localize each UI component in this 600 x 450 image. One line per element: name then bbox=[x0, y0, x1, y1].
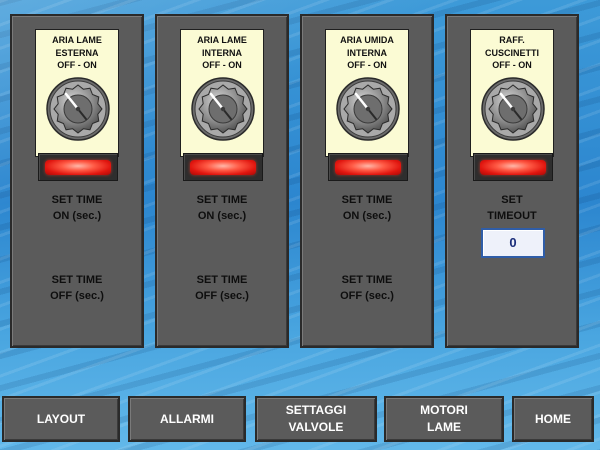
switch-card: ARIA UMIDA INTERNA OFF - ON bbox=[325, 29, 409, 157]
timeout-input[interactable]: 0 bbox=[481, 228, 545, 258]
switch-title: ARIA LAME ESTERNA OFF - ON bbox=[52, 35, 102, 70]
indicator-lamp-icon bbox=[38, 153, 118, 181]
indicator-lamp-icon bbox=[328, 153, 408, 181]
panel-aria-lame-esterna: ARIA LAME ESTERNA OFF - ON SET TIME ON (… bbox=[10, 14, 144, 348]
motori-lame-button[interactable]: MOTORI LAME bbox=[384, 396, 504, 442]
panel-aria-lame-interna: ARIA LAME INTERNA OFF - ON SET TIME ON (… bbox=[155, 14, 289, 348]
settaggi-valvole-button[interactable]: SETTAGGI VALVOLE bbox=[255, 396, 377, 442]
switch-card: ARIA LAME ESTERNA OFF - ON bbox=[35, 29, 119, 157]
set-timeout-label: SET TIMEOUT bbox=[487, 194, 537, 222]
switch-title: ARIA UMIDA INTERNA OFF - ON bbox=[340, 35, 394, 70]
indicator-lamp-icon bbox=[473, 153, 553, 181]
set-time-off-label: SET TIME OFF (sec.) bbox=[195, 274, 249, 302]
switch-title: RAFF. CUSCINETTI OFF - ON bbox=[485, 35, 539, 70]
home-button[interactable]: HOME bbox=[512, 396, 594, 442]
switch-card: ARIA LAME INTERNA OFF - ON bbox=[180, 29, 264, 157]
panel-raff-cuscinetti: RAFF. CUSCINETTI OFF - ON SET TIMEOUT 0 bbox=[445, 14, 579, 348]
indicator-lamp-icon bbox=[183, 153, 263, 181]
set-time-off-label: SET TIME OFF (sec.) bbox=[50, 274, 104, 302]
set-time-on-label: SET TIME ON (sec.) bbox=[196, 194, 248, 222]
switch-card: RAFF. CUSCINETTI OFF - ON bbox=[470, 29, 554, 157]
allarmi-button[interactable]: ALLARMI bbox=[128, 396, 246, 442]
rotary-selector-switch-icon[interactable] bbox=[335, 76, 401, 142]
rotary-selector-switch-icon[interactable] bbox=[45, 76, 111, 142]
panel-aria-umida-interna: ARIA UMIDA INTERNA OFF - ON SET TIME ON … bbox=[300, 14, 434, 348]
rotary-selector-switch-icon[interactable] bbox=[480, 76, 546, 142]
set-time-on-label: SET TIME ON (sec.) bbox=[51, 194, 103, 222]
switch-title: ARIA LAME INTERNA OFF - ON bbox=[197, 35, 247, 70]
set-time-on-label: SET TIME ON (sec.) bbox=[341, 194, 393, 222]
set-time-off-label: SET TIME OFF (sec.) bbox=[340, 274, 394, 302]
rotary-selector-switch-icon[interactable] bbox=[190, 76, 256, 142]
layout-button[interactable]: LAYOUT bbox=[2, 396, 120, 442]
